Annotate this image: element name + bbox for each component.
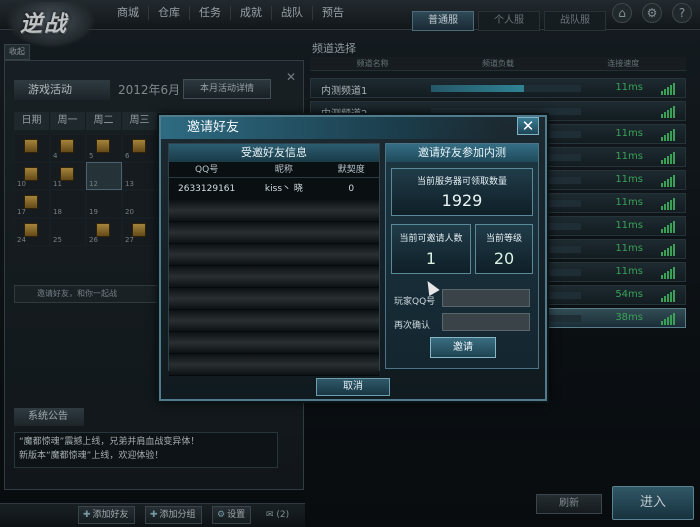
claimable-value: 1929 [441,191,483,210]
level-box: 当前等级 20 [475,224,533,274]
close-icon[interactable]: ✕ [517,117,539,135]
empty-row [169,310,379,332]
empty-row [169,354,379,376]
confirm-field-label: 再次确认 [394,321,431,331]
claimable-label: 当前服务器可领取数量 [416,177,507,187]
level-label: 当前等级 [485,234,522,244]
dialog-title: 邀请好友 [161,117,501,139]
invitable-value: 1 [425,249,437,268]
invite-button[interactable]: 邀请 [430,337,496,358]
invited-rows: 2633129161 kiss丶 晓 0 [169,178,379,376]
level-value: 20 [493,249,515,268]
col-qq: QQ号 [195,165,219,175]
game-lobby: 逆战 商城 仓库 任务 成就 战队 预告 ⌂ ⚙ ? 普通服 个人服 战队服 频道选择 频道名… [0,0,700,527]
cancel-button[interactable]: 取消 [316,378,390,396]
invited-score: 0 [348,184,355,194]
invited-qq: 2633129161 [178,184,236,194]
invite-friends-dialog: 邀请好友 ✕ 受邀好友信息 QQ号 昵称 默契度 2633129161 kiss丶… [159,115,547,401]
empty-row [169,222,379,244]
empty-row [169,200,379,222]
confirm-qq-input[interactable] [442,313,530,331]
invitable-box: 当前可邀请人数 1 [391,224,471,274]
qq-input[interactable] [442,289,530,307]
empty-row [169,244,379,266]
invite-beta-panel: 邀请好友参加内测 当前服务器可领取数量 1929 当前可邀请人数 1 当前等级 … [385,143,539,369]
invited-row[interactable]: 2633129161 kiss丶 晓 0 [169,178,379,200]
invitable-label: 当前可邀请人数 [399,234,463,244]
invited-columns: QQ号 昵称 默契度 [169,162,379,178]
empty-row [169,288,379,310]
invite-beta-header: 邀请好友参加内测 [386,144,538,162]
col-nickname: 昵称 [274,165,293,175]
invited-friends-panel: 受邀好友信息 QQ号 昵称 默契度 2633129161 kiss丶 晓 0 [168,143,380,376]
empty-row [169,266,379,288]
col-tacit: 默契度 [337,165,365,175]
empty-row [169,332,379,354]
claimable-box: 当前服务器可领取数量 1929 [391,168,533,216]
invited-header: 受邀好友信息 [169,144,379,162]
invited-nick: kiss丶 晓 [264,184,303,194]
